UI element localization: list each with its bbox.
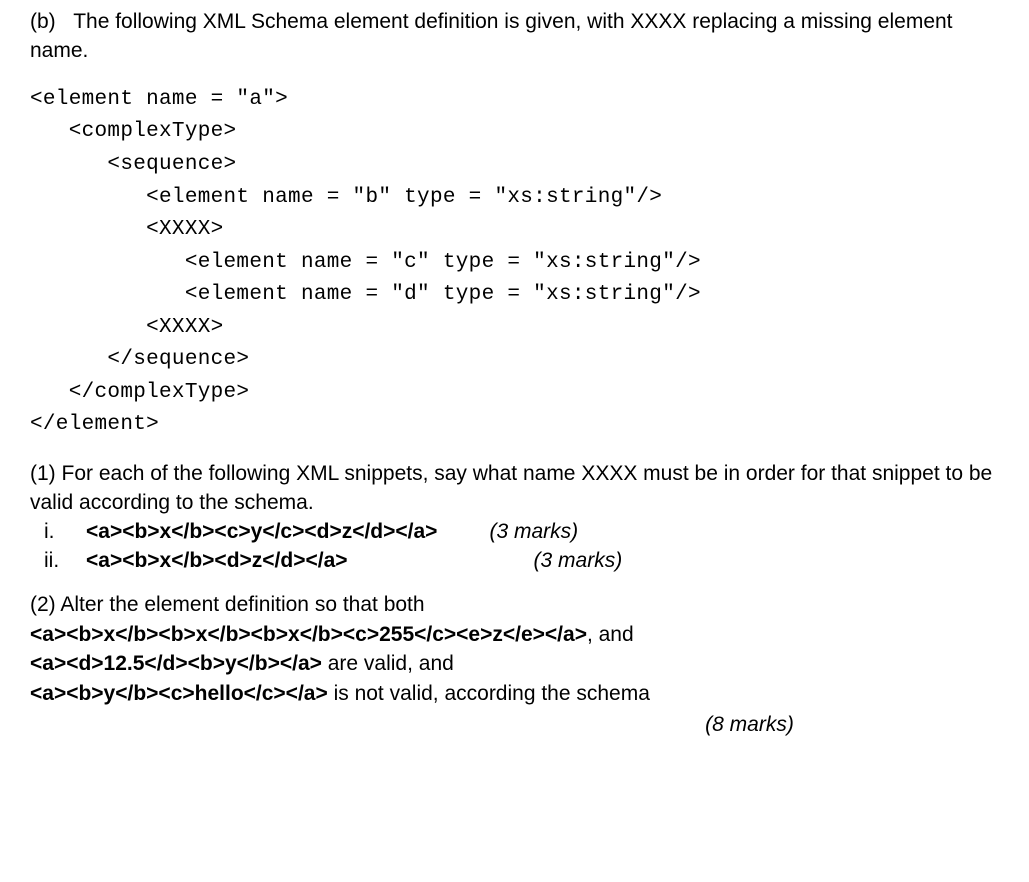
question-2: (2) Alter the element definition so that…: [30, 590, 999, 740]
code-line-8: <XXXX>: [30, 316, 224, 339]
q2-suffix-2: are valid, and: [322, 652, 454, 675]
q2-code-1: <a><b>x</b><b>x</b><b>x</b><c>255</c><e>…: [30, 623, 587, 646]
q2-line-4: <a><b>y</b><c>hello</c></a> is not valid…: [30, 679, 999, 709]
snippet-i-code: <a><b>x</b><c>y</c><d>z</d></a>: [86, 518, 437, 547]
q1-item-i: i. <a><b>x</b><c>y</c><d>z</d></a> (3 ma…: [44, 518, 999, 547]
q2-code-3: <a><b>y</b><c>hello</c></a>: [30, 682, 328, 705]
snippet-i-marks: (3 marks): [489, 518, 578, 547]
code-line-10: </complexType>: [30, 381, 249, 404]
roman-i: i.: [44, 518, 86, 547]
code-line-4: <element name = "b" type = "xs:string"/>: [30, 186, 662, 209]
q1-item-ii: ii. <a><b>x</b><d>z</d></a> (3 marks): [44, 547, 999, 576]
q2-line-1: (2) Alter the element definition so that…: [30, 590, 999, 620]
q1-prompt: (1) For each of the following XML snippe…: [30, 460, 999, 518]
q2-line-2: <a><b>x</b><b>x</b><b>x</b><c>255</c><e>…: [30, 620, 999, 650]
question-1: (1) For each of the following XML snippe…: [30, 460, 999, 576]
code-line-5: <XXXX>: [30, 218, 224, 241]
q2-marks: (8 marks): [500, 711, 999, 740]
code-line-3: <sequence>: [30, 153, 236, 176]
q2-line-3: <a><d>12.5</d><b>y</b></a> are valid, an…: [30, 649, 999, 679]
part-b-label: (b): [30, 10, 56, 33]
intro-text: The following XML Schema element definit…: [30, 10, 953, 62]
q2-suffix-3: is not valid, according the schema: [328, 682, 650, 705]
code-line-9: </sequence>: [30, 348, 249, 371]
code-line-7: <element name = "d" type = "xs:string"/>: [30, 283, 701, 306]
q2-suffix-1: , and: [587, 623, 634, 646]
roman-ii: ii.: [44, 547, 86, 576]
intro-paragraph: (b) The following XML Schema element def…: [30, 8, 999, 66]
code-line-2: <complexType>: [30, 120, 236, 143]
snippet-ii-code: <a><b>x</b><d>z</d></a>: [86, 547, 348, 576]
code-line-1: <element name = "a">: [30, 88, 288, 111]
snippet-ii-marks: (3 marks): [534, 547, 623, 576]
xml-schema-code: <element name = "a"> <complexType> <sequ…: [30, 84, 999, 442]
code-line-6: <element name = "c" type = "xs:string"/>: [30, 251, 701, 274]
q2-code-2: <a><d>12.5</d><b>y</b></a>: [30, 652, 322, 675]
code-line-11: </element>: [30, 413, 159, 436]
